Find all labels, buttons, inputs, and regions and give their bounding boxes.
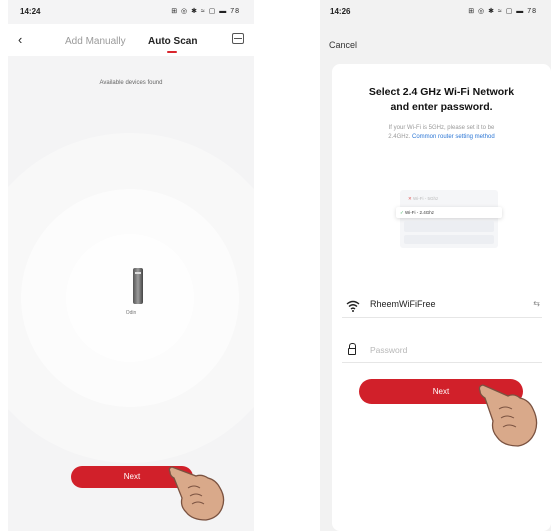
hint-prefix: 2.4GHz. — [388, 134, 411, 140]
hint-text: If your Wi-Fi is 5GHz, please set it to … — [388, 125, 495, 131]
wifi-network-field[interactable]: RheemWiFiFree ⇆ — [342, 294, 542, 318]
wifi-band-illustration: ✕ Wi-Fi - 5Ghz ✓ Wi-Fi - 2.4Ghz — [396, 190, 502, 248]
pointing-hand-icon — [478, 384, 538, 447]
status-icons: ⊞ ◎ ✱ ≈ ▢ ▬ 78 — [171, 8, 240, 15]
device-name: Odin — [125, 310, 137, 316]
wifi-form-card: Select 2.4 GHz Wi-Fi Network and enter p… — [332, 64, 551, 531]
status-time: 14:26 — [330, 7, 351, 16]
status-bar: 14:26 ⊞ ◎ ✱ ≈ ▢ ▬ 78 — [320, 0, 551, 22]
top-nav: Cancel — [320, 24, 551, 64]
x-icon: ✕ — [408, 196, 412, 201]
router-setting-link[interactable]: Common router setting method — [412, 134, 495, 140]
tab-selected-indicator — [167, 51, 177, 53]
lock-icon — [348, 343, 356, 355]
switch-network-icon[interactable]: ⇆ — [533, 299, 540, 308]
illustration-row-placeholder — [404, 235, 494, 244]
top-nav: ‹ Add Manually Auto Scan — [8, 24, 254, 56]
illustration-24ghz-label: Wi-Fi - 2.4Ghz — [405, 210, 435, 215]
back-icon[interactable]: ‹ — [18, 32, 22, 47]
wifi-ssid: RheemWiFiFree — [370, 299, 436, 309]
status-time: 14:24 — [20, 7, 41, 16]
wifi-setup-screen: 14:26 ⊞ ◎ ✱ ≈ ▢ ▬ 78 Cancel Select 2.4 G… — [320, 0, 551, 531]
radar-ring-inner — [66, 234, 194, 362]
page-title-line2: and enter password. — [390, 101, 493, 113]
page-title: Select 2.4 GHz Wi-Fi Network — [368, 86, 515, 98]
illustration-row-5ghz: ✕ Wi-Fi - 5Ghz — [404, 193, 494, 204]
tab-add-manually[interactable]: Add Manually — [65, 36, 126, 47]
illustration-row-24ghz: ✓ Wi-Fi - 2.4Ghz — [396, 207, 502, 218]
status-bar: 14:24 ⊞ ◎ ✱ ≈ ▢ ▬ 78 — [8, 0, 254, 22]
cancel-button[interactable]: Cancel — [329, 40, 357, 50]
check-icon: ✓ — [400, 210, 404, 215]
hint-text-line2: 2.4GHz. Common router setting method — [332, 134, 551, 140]
password-input[interactable] — [370, 343, 520, 357]
illustration-5ghz-label: Wi-Fi - 5Ghz — [413, 196, 439, 201]
qr-scan-icon[interactable] — [232, 33, 244, 44]
illustration-row-placeholder — [404, 221, 494, 232]
tab-auto-scan[interactable]: Auto Scan — [148, 36, 197, 47]
available-devices-label: Available devices found — [99, 80, 163, 86]
pointing-hand-icon — [168, 466, 225, 521]
device-image[interactable] — [133, 268, 143, 304]
status-icons: ⊞ ◎ ✱ ≈ ▢ ▬ 78 — [468, 8, 537, 15]
wifi-icon — [346, 300, 360, 312]
password-field-row — [342, 339, 542, 363]
auto-scan-screen: 14:24 ⊞ ◎ ✱ ≈ ▢ ▬ 78 ‹ Add Manually Auto… — [8, 0, 254, 531]
